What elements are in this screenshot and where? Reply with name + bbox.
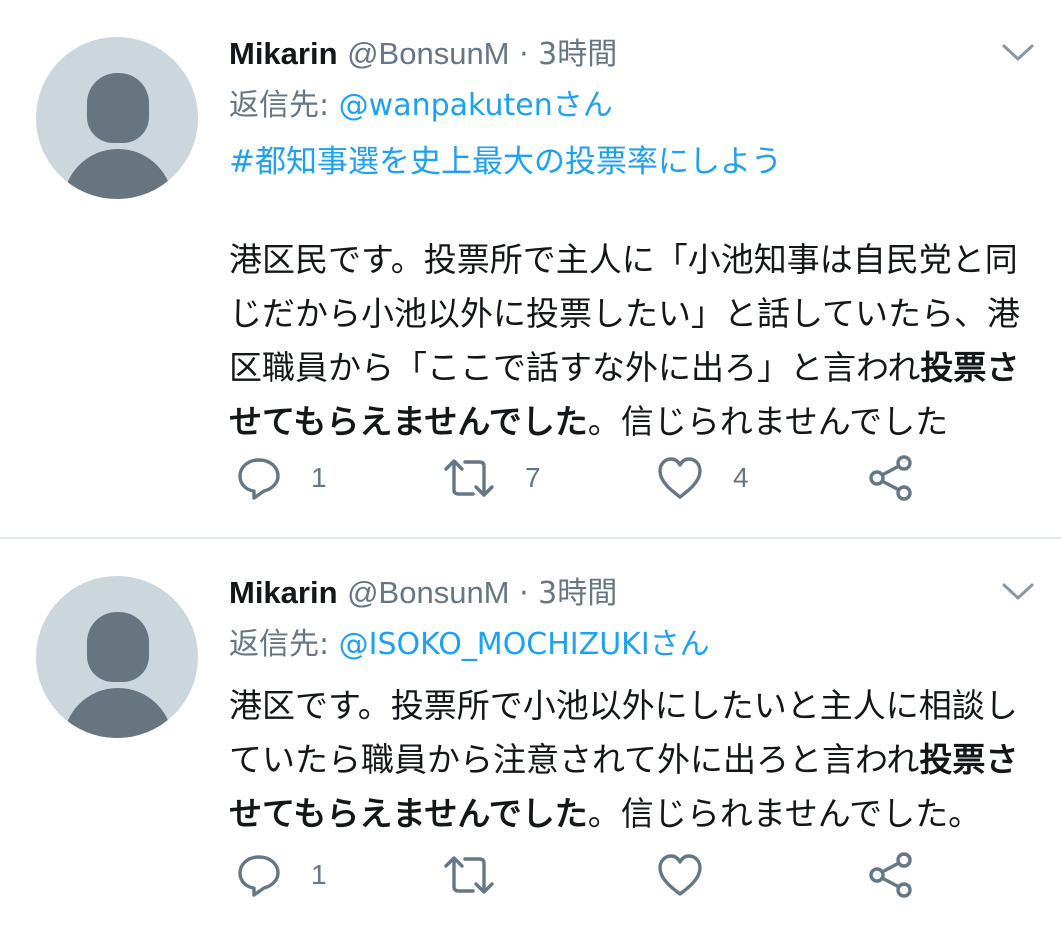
reply-button[interactable]: 1 <box>235 448 327 508</box>
tweet-header: Mikarin @BonsunM · 3時間 <box>229 32 617 76</box>
share-button[interactable] <box>866 448 916 508</box>
like-count: 4 <box>733 462 749 493</box>
retweet-count: 7 <box>525 462 541 493</box>
timestamp[interactable]: 3時間 <box>538 37 617 72</box>
avatar[interactable] <box>36 37 198 199</box>
display-name[interactable]: Mikarin <box>229 575 338 610</box>
like-icon <box>658 457 702 499</box>
separator-dot: · <box>519 37 529 72</box>
tweet-text-line: 港区民です。投票所で主人に「小池知事は自民党と同 <box>229 233 1049 287</box>
retweet-icon <box>444 856 494 894</box>
display-name[interactable]: Mikarin <box>229 36 338 71</box>
replying-to: 返信先: @wanpakutenさん <box>229 84 613 128</box>
avatar-head-shape <box>87 612 149 682</box>
bold-span: 投票さ <box>919 740 1019 779</box>
chevron-down-icon[interactable] <box>1000 38 1036 66</box>
text-span: 区職員から「ここで話すな外に出ろ」と言われ <box>229 348 921 387</box>
tweet[interactable]: Mikarin @BonsunM · 3時間 返信先: @ISOKO_MOCHI… <box>0 539 1061 936</box>
share-icon <box>869 852 912 898</box>
tweet-text-line: せてもらえませんでした。信じられませんでした。 <box>229 787 1049 841</box>
avatar-head-shape <box>87 73 149 143</box>
text-span: 港区です。投票所で小池以外にしたいと主人に相談し <box>229 686 1018 725</box>
tweet-text-line: 港区です。投票所で小池以外にしたいと主人に相談し <box>229 679 1049 733</box>
replying-to: 返信先: @ISOKO_MOCHIZUKIさん <box>229 623 710 667</box>
tweet-text-line: 区職員から「ここで話すな外に出ろ」と言われ投票さ <box>229 341 1049 395</box>
action-bar: 1 <box>0 845 1061 905</box>
share-button[interactable] <box>866 845 916 905</box>
reply-button[interactable]: 1 <box>235 845 327 905</box>
avatar-body-shape <box>63 149 173 199</box>
bold-span: 投票さ <box>920 348 1020 387</box>
replying-to-handle[interactable]: @ISOKO_MOCHIZUKIさん <box>339 627 710 662</box>
tweet-text: 港区です。投票所で小池以外にしたいと主人に相談し ていたら職員から注意されて外に… <box>229 679 1049 841</box>
replying-to-label: 返信先: <box>229 627 330 662</box>
tweet-text-line: じだから小池以外に投票したい」と話していたら、港 <box>229 287 1049 341</box>
action-bar: 1 7 4 <box>0 448 1061 508</box>
text-span: 。信じられませんでした <box>587 402 949 441</box>
separator-dot: · <box>519 576 529 611</box>
bold-span: せてもらえませんでした <box>229 794 588 833</box>
text-span: 港区民です。投票所で主人に「小池知事は自民党と同 <box>229 240 1018 279</box>
tweet-header: Mikarin @BonsunM · 3時間 <box>229 571 617 615</box>
retweet-button[interactable] <box>441 845 525 905</box>
reply-count: 1 <box>311 859 327 890</box>
bold-span: せてもらえませんでした <box>229 402 588 441</box>
reply-icon <box>238 458 280 500</box>
user-handle[interactable]: @BonsunM <box>347 575 509 610</box>
replying-to-handle[interactable]: @wanpakutenさん <box>339 88 613 123</box>
reply-count: 1 <box>311 462 327 493</box>
text-span: ていたら職員から注意されて外に出ろと言われ <box>229 740 920 779</box>
retweet-icon <box>444 459 494 497</box>
like-button[interactable]: 4 <box>655 448 749 508</box>
avatar-body-shape <box>63 688 173 738</box>
text-span: 。信じられませんでした。 <box>587 794 982 833</box>
like-button[interactable] <box>655 845 733 905</box>
tweet-text: 港区民です。投票所で主人に「小池知事は自民党と同 じだから小池以外に投票したい」… <box>229 233 1049 449</box>
hashtag-link[interactable]: #都知事選を史上最大の投票率にしよう <box>229 138 782 186</box>
tweet[interactable]: Mikarin @BonsunM · 3時間 返信先: @wanpakutenさ… <box>0 0 1061 538</box>
like-icon <box>658 854 702 896</box>
replying-to-label: 返信先: <box>229 88 330 123</box>
user-handle[interactable]: @BonsunM <box>347 36 509 71</box>
retweet-button[interactable]: 7 <box>441 448 541 508</box>
avatar[interactable] <box>36 576 198 738</box>
chevron-down-icon[interactable] <box>1000 577 1036 605</box>
tweet-text-line: ていたら職員から注意されて外に出ろと言われ投票さ <box>229 733 1049 787</box>
timestamp[interactable]: 3時間 <box>538 576 617 611</box>
tweet-text-line: せてもらえませんでした。信じられませんでした <box>229 395 1049 449</box>
text-span: じだから小池以外に投票したい」と話していたら、港 <box>229 294 1021 333</box>
share-icon <box>869 455 912 501</box>
reply-icon <box>238 855 280 897</box>
